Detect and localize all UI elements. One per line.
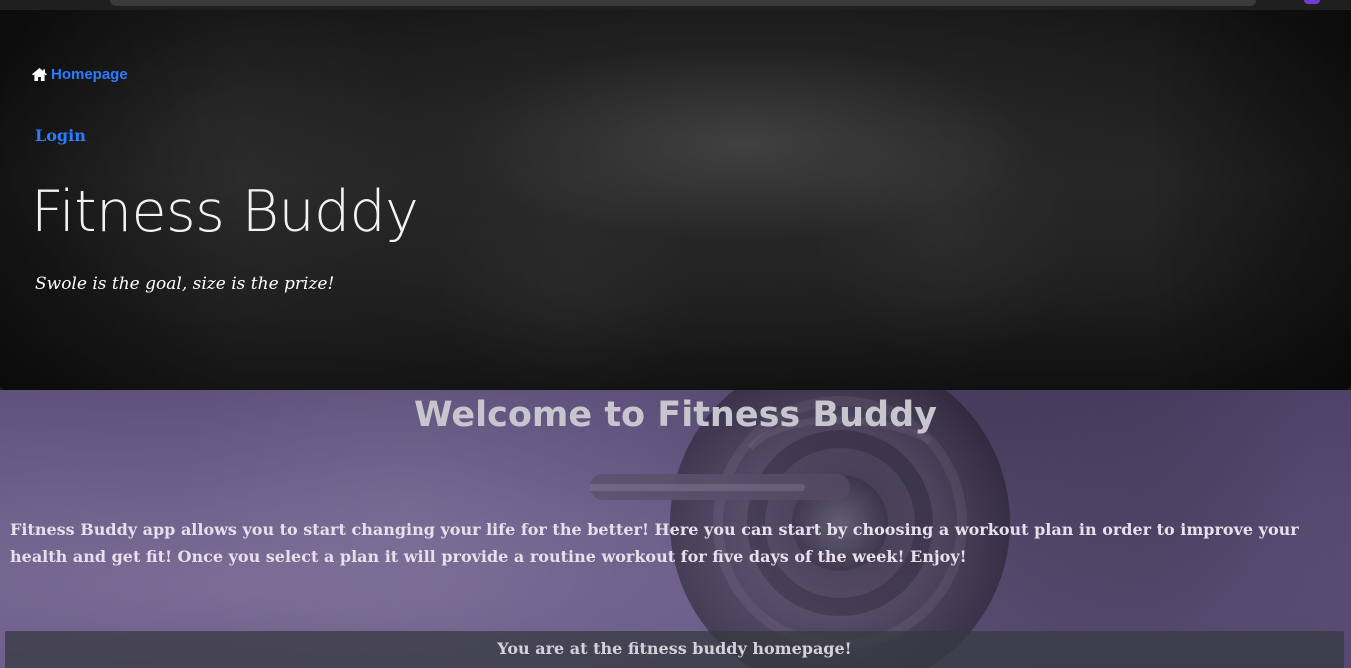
browser-address-bar[interactable] <box>110 0 1256 6</box>
browser-top-bar <box>0 0 1351 10</box>
homepage-link[interactable]: Homepage <box>31 66 128 83</box>
browser-profile-icon[interactable] <box>1304 0 1320 4</box>
welcome-section: Welcome to Fitness Buddy Fitness Buddy a… <box>0 390 1351 668</box>
site-title: Fitness Buddy <box>31 179 419 245</box>
status-message: You are at the fitness buddy homepage! <box>497 639 852 658</box>
homepage-link-label: Homepage <box>51 66 128 83</box>
site-tagline: Swole is the goal, size is the prize! <box>35 274 335 294</box>
login-link[interactable]: Login <box>35 126 86 145</box>
welcome-heading: Welcome to Fitness Buddy <box>414 395 937 435</box>
app-description: Fitness Buddy app allows you to start ch… <box>10 520 1299 566</box>
status-footer: You are at the fitness buddy homepage! <box>5 631 1344 668</box>
hero-banner: Homepage Login Fitness Buddy Swole is th… <box>0 10 1351 390</box>
home-icon <box>32 68 47 81</box>
